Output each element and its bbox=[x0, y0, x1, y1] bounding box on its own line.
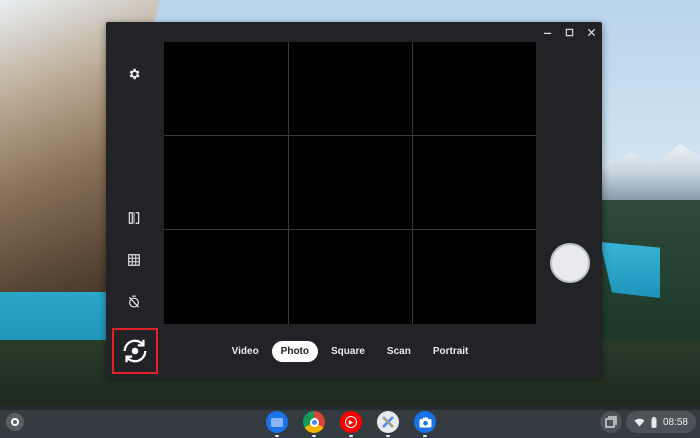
youtube-music-app[interactable]: ▶ bbox=[340, 411, 362, 437]
holding-space-icon bbox=[605, 416, 617, 428]
mirror-icon bbox=[128, 212, 140, 224]
grid-line bbox=[412, 42, 413, 324]
grid-button[interactable] bbox=[123, 249, 145, 271]
maximize-button[interactable] bbox=[558, 22, 580, 42]
window-caption-controls bbox=[536, 22, 602, 42]
battery-icon bbox=[651, 416, 657, 428]
switch-camera-button[interactable] bbox=[112, 328, 158, 374]
close-button[interactable] bbox=[580, 22, 602, 42]
camera-icon bbox=[419, 417, 431, 427]
mode-portrait[interactable]: Portrait bbox=[424, 341, 478, 362]
settings-icon bbox=[129, 68, 140, 80]
camera-app-window: Video Photo Square Scan Portrait bbox=[106, 22, 602, 378]
status-area: 08:58 bbox=[599, 411, 696, 433]
shutter-button[interactable] bbox=[550, 243, 590, 283]
grid-icon bbox=[128, 254, 140, 266]
maximize-icon bbox=[565, 28, 573, 36]
files-icon bbox=[271, 417, 283, 427]
camera-app[interactable] bbox=[414, 411, 436, 437]
system-tray[interactable]: 08:58 bbox=[625, 411, 696, 433]
minimize-button[interactable] bbox=[536, 22, 558, 42]
chrome-app[interactable] bbox=[303, 411, 325, 437]
terminal-icon bbox=[382, 416, 394, 428]
camera-left-toolbar bbox=[106, 22, 164, 378]
mode-photo[interactable]: Photo bbox=[271, 340, 318, 362]
timer-button[interactable] bbox=[123, 291, 145, 313]
grid-line bbox=[164, 135, 536, 136]
wifi-icon bbox=[634, 418, 645, 427]
mode-scan[interactable]: Scan bbox=[378, 341, 420, 362]
switch-camera-icon bbox=[123, 339, 147, 363]
youtube-music-icon: ▶ bbox=[345, 416, 357, 428]
minimize-icon bbox=[543, 32, 551, 34]
mode-selector: Video Photo Square Scan Portrait bbox=[164, 338, 536, 364]
close-icon bbox=[587, 28, 595, 36]
shelf-apps: ▶ bbox=[266, 411, 436, 437]
clock: 08:58 bbox=[662, 416, 688, 428]
launcher-button[interactable] bbox=[6, 413, 24, 431]
holding-space-button[interactable] bbox=[599, 411, 622, 433]
shelf: ▶ 08:58 bbox=[0, 406, 700, 438]
settings-button[interactable] bbox=[123, 63, 145, 85]
linux-terminal-app[interactable] bbox=[377, 411, 399, 437]
camera-preview bbox=[164, 42, 536, 324]
grid-line bbox=[288, 42, 289, 324]
mode-video[interactable]: Video bbox=[223, 341, 268, 362]
launcher-icon bbox=[11, 418, 19, 426]
timer-off-icon bbox=[128, 295, 140, 308]
mode-square[interactable]: Square bbox=[322, 341, 374, 362]
chrome-icon bbox=[309, 417, 319, 427]
files-app[interactable] bbox=[266, 411, 288, 437]
mirror-button[interactable] bbox=[123, 207, 145, 229]
grid-line bbox=[164, 229, 536, 230]
